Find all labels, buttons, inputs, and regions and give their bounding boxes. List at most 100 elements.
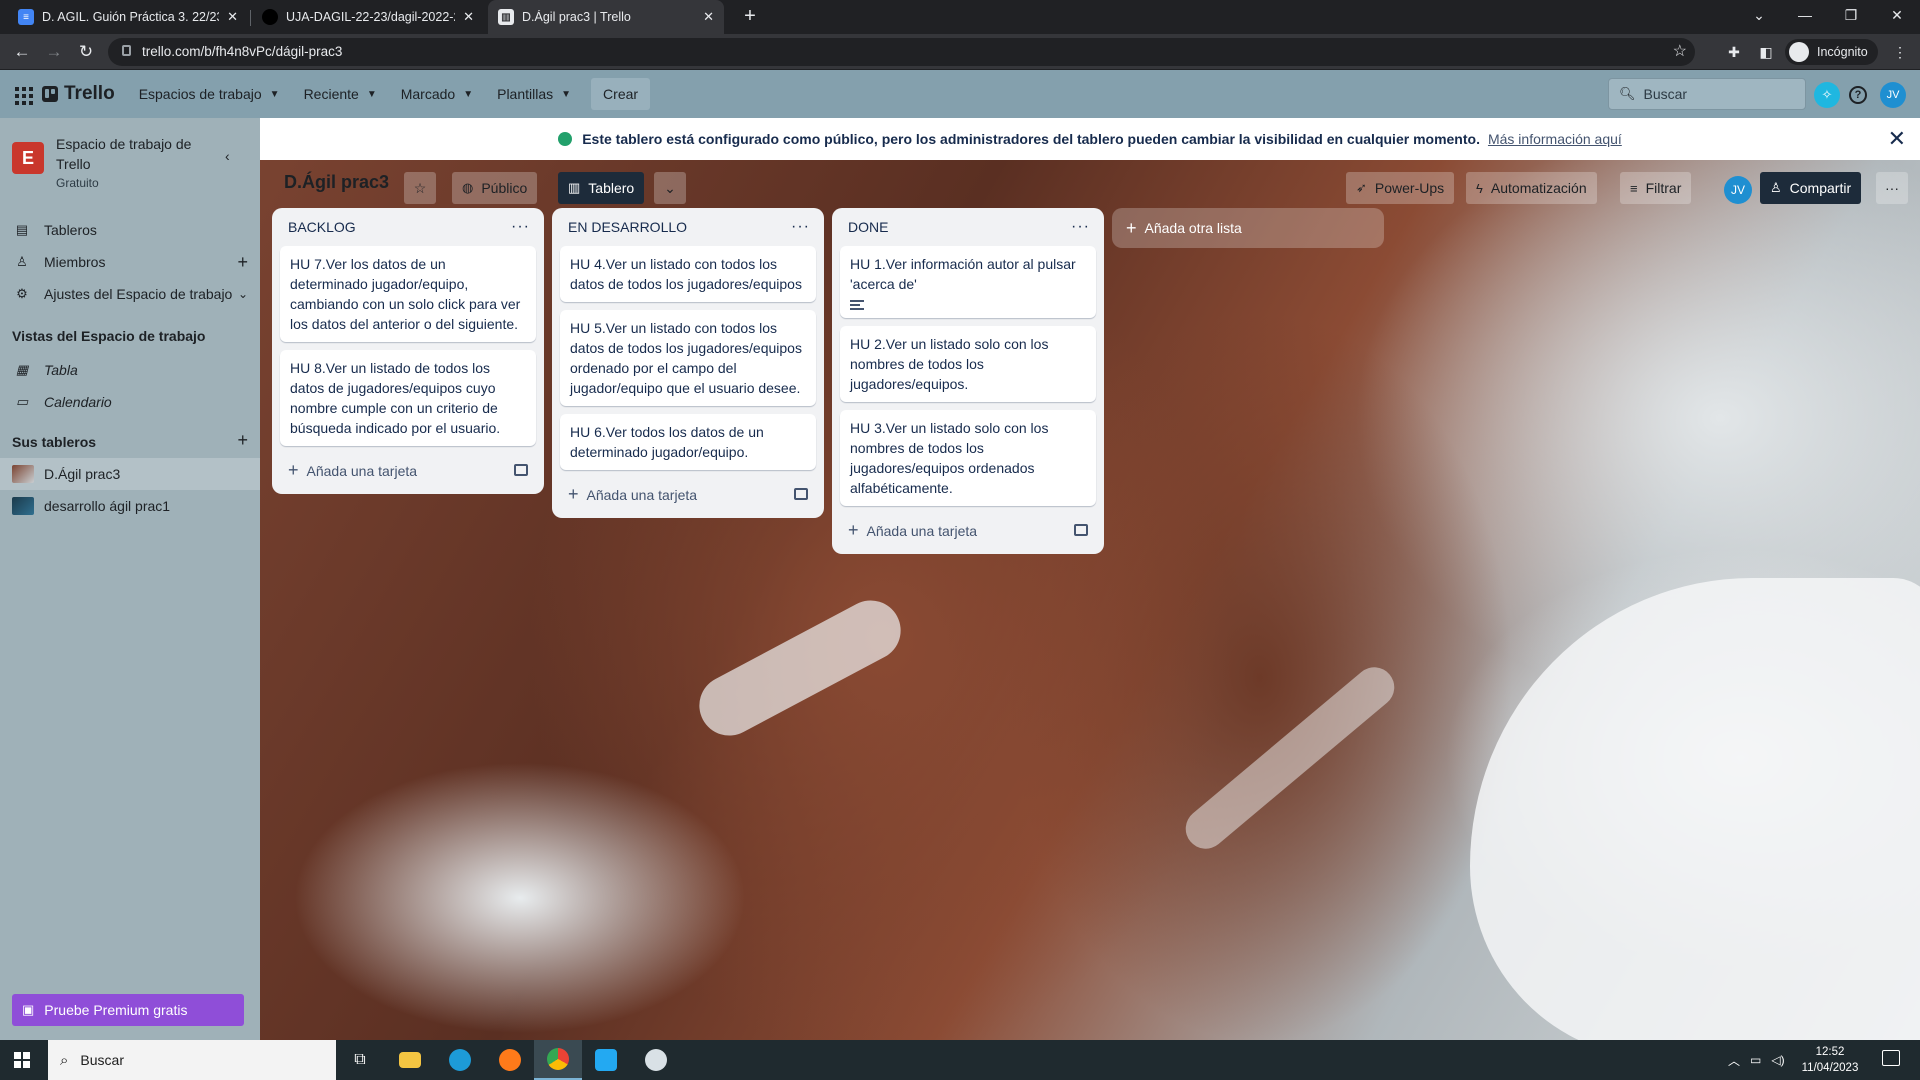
share-button[interactable]: ♙ Compartir (1760, 172, 1862, 204)
list-title[interactable]: EN DESARROLLO (568, 219, 687, 235)
star-board-button[interactable]: ☆ (404, 172, 436, 204)
windows-taskbar: ⌕ Buscar ⧉ ︿ ▭ ◁) 12:52 11/04/2023 (0, 1040, 1920, 1080)
incognito-profile-button[interactable]: Incógnito (1785, 39, 1878, 65)
card-template-icon[interactable] (794, 488, 808, 500)
list-menu-icon[interactable]: ··· (791, 218, 810, 236)
taskbar-search[interactable]: ⌕ Buscar (48, 1040, 336, 1080)
board-view-button[interactable]: ▥ Tablero (558, 172, 645, 204)
list-header[interactable]: BACKLOG ··· (280, 208, 536, 246)
menu-starred[interactable]: Marcado ▼ (389, 78, 485, 110)
powerups-button[interactable]: ➶ Power-Ups (1346, 172, 1455, 204)
task-view-icon[interactable]: ⧉ (336, 1040, 384, 1080)
chevron-up-icon[interactable]: ︿ (1728, 1052, 1740, 1069)
list-title[interactable]: DONE (848, 219, 888, 235)
workspace-header[interactable]: E Espacio de trabajo de Trello Gratuito … (12, 132, 252, 190)
card[interactable]: HU 8.Ver un listado de todos los datos d… (280, 350, 536, 446)
browser-tab-docs[interactable]: ≡ D. AGIL. Guión Práctica 3. 22/23 ✕ (8, 0, 248, 34)
board-member-avatar[interactable]: JV (1724, 176, 1752, 204)
sidebar-item-table[interactable]: ▦ Tabla (0, 354, 260, 386)
sidebar-board-dagil-prac3[interactable]: D.Ágil prac3 (0, 458, 260, 490)
collapse-sidebar-icon[interactable]: ‹ (225, 148, 230, 164)
card[interactable]: HU 2.Ver un listado solo con los nombres… (840, 326, 1096, 402)
close-window-button[interactable]: ✕ (1874, 0, 1920, 30)
card-template-icon[interactable] (1074, 524, 1088, 536)
file-explorer-icon[interactable] (386, 1040, 434, 1080)
notifications-icon[interactable]: ✧ (1814, 82, 1840, 108)
app-icon[interactable] (632, 1040, 680, 1080)
sidebar-item-boards[interactable]: ▤ Tableros (0, 214, 260, 246)
side-panel-icon[interactable]: ◧ (1756, 42, 1776, 62)
menu-workspaces[interactable]: Espacios de trabajo ▼ (127, 78, 292, 110)
add-card-button[interactable]: + Añada una tarjeta (560, 478, 816, 510)
close-tab-icon[interactable]: ✕ (703, 9, 714, 25)
create-button[interactable]: Crear (591, 78, 651, 110)
volume-icon[interactable]: ◁) (1771, 1053, 1784, 1067)
add-board-icon[interactable]: + (237, 430, 248, 451)
trello-logo[interactable]: Trello (42, 83, 115, 105)
list-menu-icon[interactable]: ··· (511, 218, 530, 236)
firefox-icon[interactable] (486, 1040, 534, 1080)
list-header[interactable]: EN DESARROLLO ··· (560, 208, 816, 246)
card[interactable]: HU 3.Ver un listado solo con los nombres… (840, 410, 1096, 506)
sidebar-item-members[interactable]: ♙ Miembros + (0, 246, 260, 278)
windows-start-icon[interactable] (14, 1052, 30, 1068)
vscode-icon[interactable] (582, 1040, 630, 1080)
add-member-icon[interactable]: + (237, 252, 248, 273)
list-menu-icon[interactable]: ··· (1071, 218, 1090, 236)
menu-templates[interactable]: Plantillas ▼ (485, 78, 583, 110)
card[interactable]: HU 1.Ver información autor al pulsar 'ac… (840, 246, 1096, 318)
tab-search-icon[interactable]: ⌄ (1736, 0, 1782, 30)
search-input[interactable] (1643, 86, 1794, 102)
browser-tab-trello[interactable]: ▥ D.Ágil prac3 | Trello ✕ (488, 0, 724, 34)
restore-button[interactable]: ❐ (1828, 0, 1874, 30)
visibility-button[interactable]: ◍ Público (452, 172, 538, 204)
card-template-icon[interactable] (514, 464, 528, 476)
list-header[interactable]: DONE ··· (840, 208, 1096, 246)
boards-icon: ▤ (15, 222, 29, 237)
add-card-button[interactable]: + Añada una tarjeta (280, 454, 536, 486)
network-icon[interactable]: ▭ (1750, 1053, 1761, 1067)
close-banner-icon[interactable]: ✕ (1888, 126, 1906, 152)
new-tab-button[interactable]: + (738, 5, 762, 29)
chevron-down-icon[interactable]: ⌄ (238, 287, 248, 301)
reload-button[interactable]: ↻ (74, 40, 98, 64)
help-icon[interactable]: ? (1849, 86, 1867, 104)
back-button[interactable]: ← (10, 40, 34, 64)
more-info-link[interactable]: Más información aquí (1488, 131, 1622, 147)
try-premium-button[interactable]: ▣ Pruebe Premium gratis (12, 994, 244, 1026)
sidebar-item-label: D.Ágil prac3 (44, 466, 121, 482)
minimize-button[interactable]: — (1782, 0, 1828, 30)
sidebar-item-calendar[interactable]: ▭ Calendario (0, 386, 260, 418)
card[interactable]: HU 4.Ver un listado con todos los datos … (560, 246, 816, 302)
filter-button[interactable]: ≡ Filtrar (1620, 172, 1692, 204)
sidebar-item-settings[interactable]: ⚙ Ajustes del Espacio de trabajo ⌄ (0, 278, 260, 310)
edge-icon[interactable] (436, 1040, 484, 1080)
board-title[interactable]: D.Ágil prac3 (284, 172, 389, 193)
views-dropdown-button[interactable]: ⌄ (654, 172, 686, 204)
forward-button[interactable]: → (42, 40, 66, 64)
notification-icon[interactable] (1882, 1050, 1900, 1066)
chrome-icon[interactable] (534, 1040, 582, 1080)
card[interactable]: HU 7.Ver los datos de un determinado jug… (280, 246, 536, 342)
add-card-button[interactable]: + Añada una tarjeta (840, 514, 1096, 546)
browser-menu-icon[interactable]: ⋮ (1890, 42, 1910, 62)
avatar[interactable]: JV (1880, 82, 1906, 108)
add-list-button[interactable]: + Añada otra lista (1112, 208, 1384, 248)
extensions-icon[interactable]: ✚ (1724, 42, 1744, 62)
clock[interactable]: 12:52 11/04/2023 (1798, 1044, 1862, 1076)
close-tab-icon[interactable]: ✕ (227, 9, 238, 25)
close-tab-icon[interactable]: ✕ (463, 9, 474, 25)
sidebar-board-prac1[interactable]: desarrollo ágil prac1 (0, 490, 260, 522)
tab-title: D. AGIL. Guión Práctica 3. 22/23 (42, 10, 220, 24)
address-bar[interactable]: trello.com/b/fh4n8vPc/dágil-prac3 ☆ (108, 38, 1695, 66)
header-search[interactable]: 🔍︎ (1608, 78, 1806, 110)
board-menu-button[interactable]: ··· (1876, 172, 1908, 204)
bookmark-star-icon[interactable]: ☆ (1673, 41, 1687, 61)
app-switcher-icon[interactable] (8, 80, 36, 108)
card[interactable]: HU 6.Ver todos los datos de un determina… (560, 414, 816, 470)
automation-button[interactable]: ϟ Automatización (1466, 172, 1597, 204)
browser-tab-github[interactable]: UJA-DAGIL-22-23/dagil-2022-20 ✕ (252, 0, 484, 34)
card[interactable]: HU 5.Ver un listado con todos los datos … (560, 310, 816, 406)
menu-recent[interactable]: Reciente ▼ (292, 78, 389, 110)
list-title[interactable]: BACKLOG (288, 219, 356, 235)
